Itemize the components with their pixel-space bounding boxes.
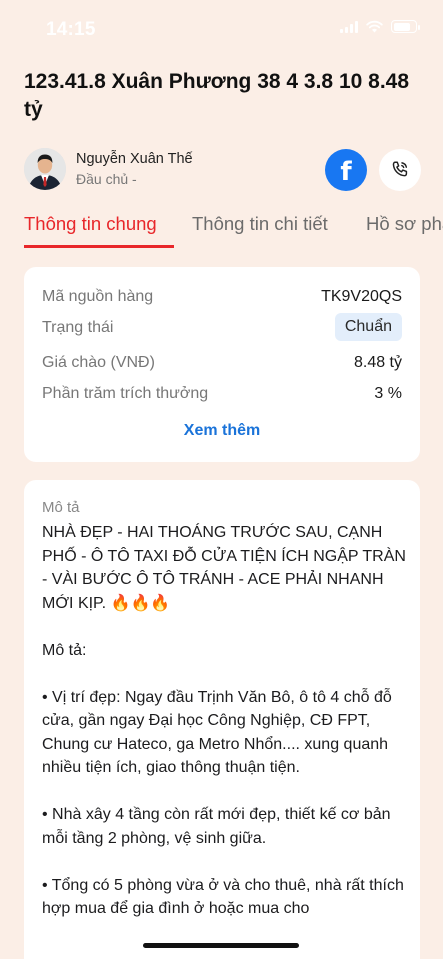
facebook-icon: f [340, 156, 352, 187]
agent-row: Nguyễn Xuân Thế Đầu chủ - f [24, 146, 421, 194]
call-button[interactable] [379, 149, 421, 191]
status-bar: 14:15 [0, 0, 443, 56]
info-row-status: Trạng thái Chuẩn [42, 313, 402, 341]
facebook-button[interactable]: f [325, 149, 367, 191]
status-icons [340, 20, 420, 33]
see-more-link[interactable]: Xem thêm [24, 422, 420, 440]
tab-legal-docs[interactable]: Hồ sơ pháp lý [366, 212, 443, 236]
wifi-icon [366, 20, 383, 33]
tab-bar: Thông tin chung Thông tin chi tiết Hồ sơ… [24, 212, 443, 252]
status-time: 14:15 [46, 19, 96, 40]
tab-detail-info[interactable]: Thông tin chi tiết [192, 212, 328, 236]
home-indicator [143, 943, 299, 948]
description-headline: NHÀ ĐẸP - HAI THOÁNG TRƯỚC SAU, CẠNH PHỐ… [42, 524, 406, 612]
info-label: Giá chào (VNĐ) [42, 354, 155, 371]
info-row-price: Giá chào (VNĐ) 8.48 tỷ [42, 351, 402, 375]
phone-call-icon [392, 161, 408, 177]
agent-name: Nguyễn Xuân Thế [76, 151, 193, 167]
avatar-photo-icon [24, 148, 66, 190]
source-code-value: TK9V20QS [321, 288, 402, 305]
tab-general-info[interactable]: Thông tin chung [24, 212, 157, 236]
commission-value: 3 % [374, 385, 402, 402]
info-row-source-code: Mã nguồn hàng TK9V20QS [42, 285, 402, 309]
agent-role: Đầu chủ - [76, 171, 137, 187]
info-label: Phần trăm trích thưởng [42, 385, 209, 402]
description-bullet-structure: • Nhà xây 4 tầng còn rất mới đẹp, thiết … [42, 806, 391, 847]
description-bullet-location: • Vị trí đẹp: Ngay đầu Trịnh Văn Bô, ô t… [42, 688, 392, 777]
description-bullet-rooms: • Tổng có 5 phòng vừa ở và cho thuê, nhà… [42, 876, 404, 918]
status-badge: Chuẩn [334, 313, 402, 341]
listing-detail-screen: 14:15 123.41.8 Xuân Phương 38 4 3.8 10 8… [0, 0, 443, 959]
description-card: Mô tả NHÀ ĐẸP - HAI THOÁNG TRƯỚC SAU, CẠ… [24, 480, 420, 959]
cellular-signal-icon [340, 20, 358, 33]
agent-avatar[interactable] [24, 148, 66, 190]
info-row-commission: Phần trăm trích thưởng 3 % [42, 382, 402, 406]
price-value: 8.48 tỷ [353, 354, 402, 371]
description-label: Mô tả [42, 499, 80, 516]
battery-icon [391, 20, 420, 33]
description-body: NHÀ ĐẸP - HAI THOÁNG TRƯỚC SAU, CẠNH PHỐ… [42, 521, 408, 921]
info-label: Trạng thái [42, 319, 114, 336]
general-info-card: Mã nguồn hàng TK9V20QS Trạng thái Chuẩn … [24, 267, 420, 462]
description-subheading: Mô tả: [42, 641, 87, 659]
info-label: Mã nguồn hàng [42, 288, 154, 305]
listing-title: 123.41.8 Xuân Phương 38 4 3.8 10 8.48 tỷ [24, 70, 410, 121]
active-tab-indicator [24, 245, 174, 248]
